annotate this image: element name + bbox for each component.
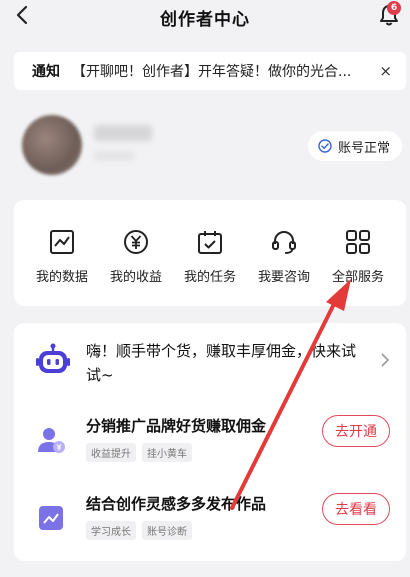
check-circle-icon — [318, 139, 332, 153]
notice-text[interactable]: 【开聊吧！创作者】开年答疑！做你的光合... — [72, 61, 371, 81]
close-icon[interactable]: × — [379, 62, 392, 80]
notification-badge: 6 — [387, 1, 401, 15]
task-tags: 收益提升 挂小黄车 — [86, 443, 192, 462]
task-title: 结合创作灵感多多发布作品 — [86, 495, 267, 513]
task-title: 分销推广品牌好货赚取佣金 — [86, 417, 267, 435]
activate-button[interactable]: 去开通 — [322, 415, 390, 447]
robot-icon — [36, 343, 70, 373]
yen-icon — [124, 230, 148, 254]
service-consult[interactable]: 我要咨询 — [248, 228, 320, 306]
username-blurred — [94, 125, 152, 141]
top-bar: 创作者中心 6 — [0, 0, 410, 34]
back-arrow-icon[interactable] — [12, 4, 34, 26]
headset-icon — [272, 231, 296, 254]
service-my-tasks[interactable]: 我的任务 — [174, 228, 246, 306]
service-label: 我要咨询 — [257, 270, 310, 285]
task-row-distribution[interactable]: 分销推广品牌好货赚取佣金 收益提升 挂小黄车 去开通 — [14, 415, 406, 481]
service-all[interactable]: 全部服务 — [322, 228, 394, 306]
promo-headline-row[interactable]: 嗨！顺手带个货，赚取丰厚佣金，快来试试~ — [14, 323, 406, 399]
view-button[interactable]: 去看看 — [322, 493, 390, 525]
calendar-check-icon — [198, 231, 222, 254]
chart-icon — [50, 230, 74, 254]
user-yen-icon — [38, 428, 65, 453]
service-label: 我的收益 — [109, 270, 162, 285]
notification-button[interactable]: 6 — [376, 1, 402, 28]
task-tag: 收益提升 — [86, 443, 136, 462]
task-tag: 学习成长 — [86, 521, 136, 540]
task-tags: 学习成长 账号诊断 — [86, 521, 192, 540]
user-subtitle-blurred — [94, 151, 134, 161]
trend-chart-icon — [39, 506, 63, 530]
service-my-earnings[interactable]: 我的收益 — [100, 228, 172, 306]
avatar[interactable] — [22, 115, 82, 175]
notice-tag: 通知 — [32, 64, 60, 80]
chevron-right-icon — [381, 353, 390, 367]
service-label: 我的数据 — [35, 270, 88, 285]
task-tag: 账号诊断 — [142, 521, 192, 540]
task-row-publish[interactable]: 结合创作灵感多多发布作品 学习成长 账号诊断 去看看 — [14, 493, 406, 559]
task-tag: 挂小黄车 — [142, 443, 192, 462]
promo-card: 嗨！顺手带个货，赚取丰厚佣金，快来试试~ 分销推广品牌好货赚取佣金 收益提升 挂… — [14, 323, 406, 561]
services-panel: 我的数据 我的收益 我的任务 我要咨询 全部服务 — [14, 200, 406, 306]
promo-headline: 嗨！顺手带个货，赚取丰厚佣金，快来试试~ — [86, 342, 357, 384]
notice-banner[interactable]: 通知 【开聊吧！创作者】开年答疑！做你的光合... × — [14, 52, 406, 90]
page-title: 创作者中心 — [160, 9, 250, 30]
service-my-data[interactable]: 我的数据 — [26, 228, 98, 306]
account-status-badge[interactable]: 账号正常 — [307, 131, 402, 161]
service-label: 全部服务 — [331, 270, 384, 285]
grid-icon — [346, 230, 370, 254]
account-status-label: 账号正常 — [337, 140, 390, 156]
profile-section: 账号正常 — [22, 115, 402, 175]
service-label: 我的任务 — [183, 270, 236, 285]
